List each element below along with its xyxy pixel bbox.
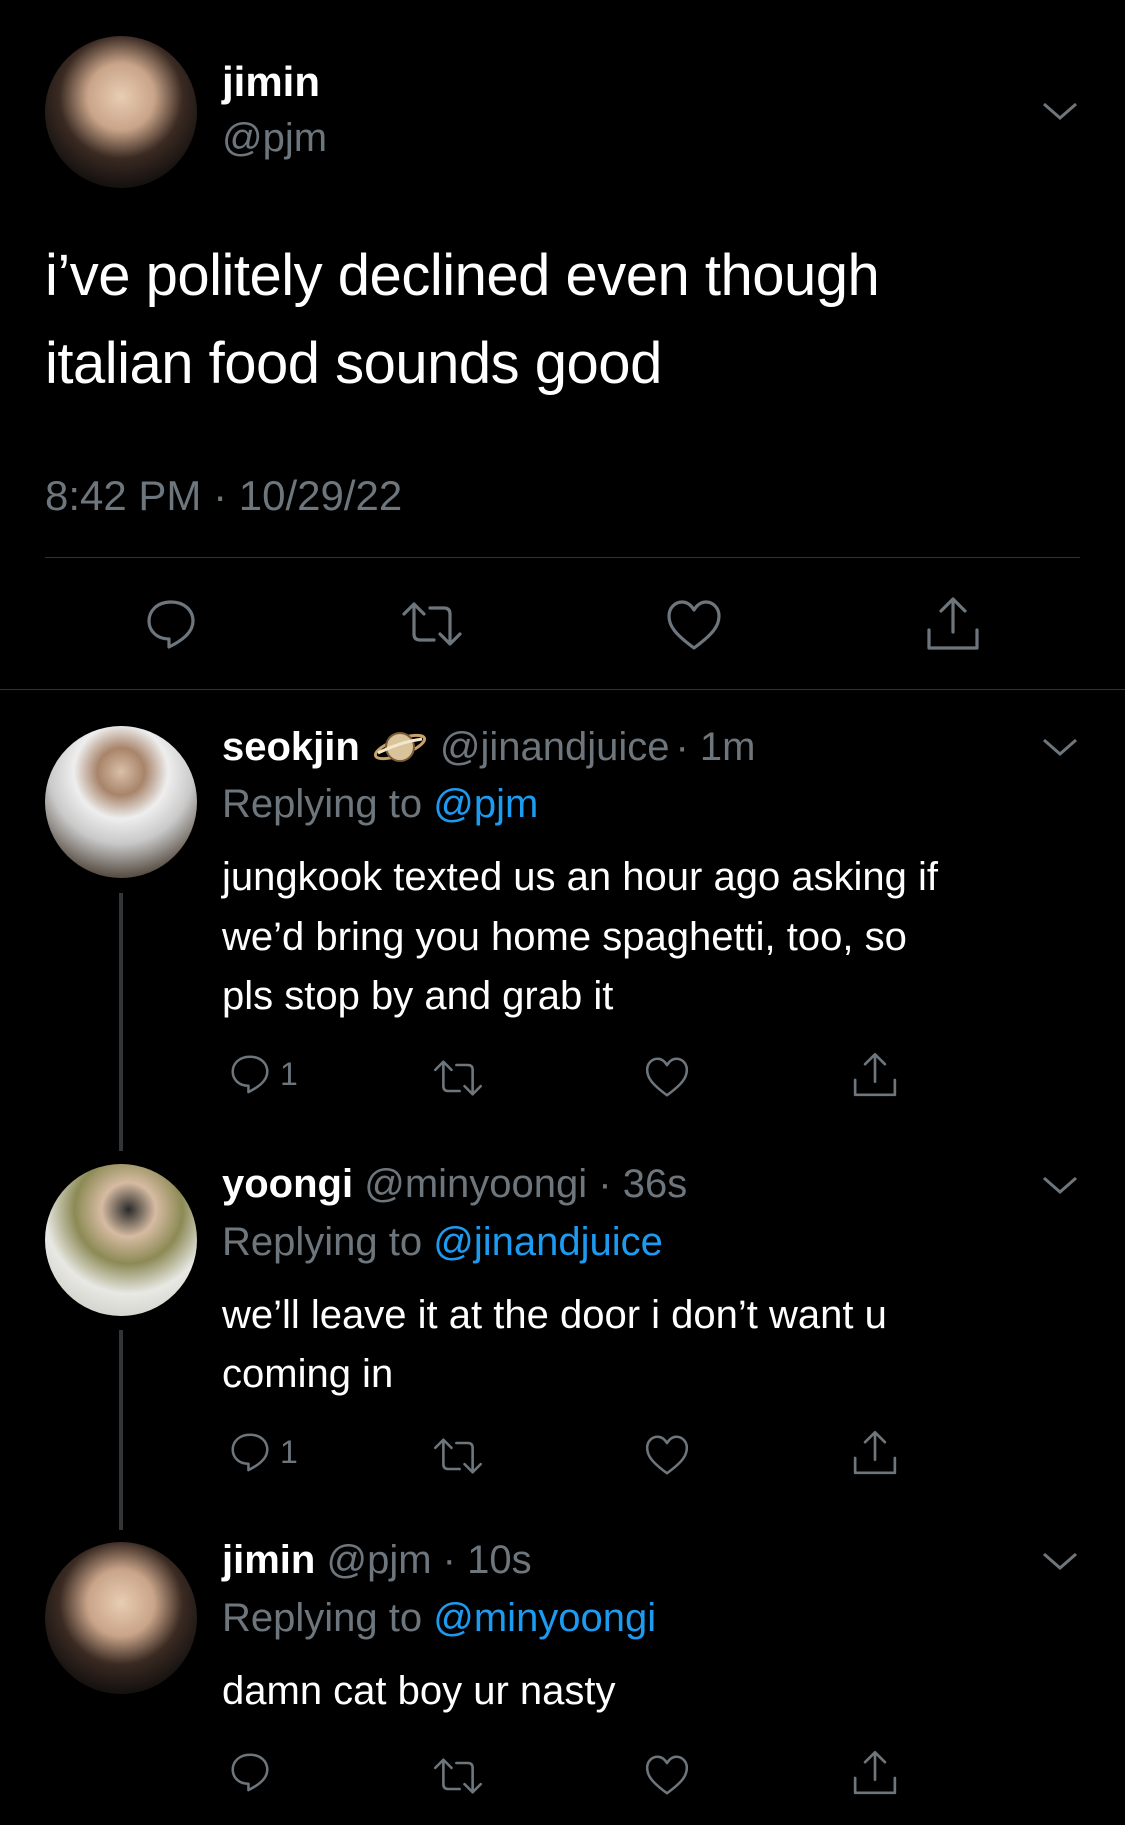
- reply-text: coming in: [222, 1352, 394, 1396]
- reply-time: · 1m: [675, 724, 756, 769]
- author-handle[interactable]: @pjm: [326, 1538, 431, 1582]
- tweet-text: italian food sounds good: [45, 331, 662, 396]
- reply-button[interactable]: [228, 1750, 272, 1799]
- reply-text: we’ll leave it at the door i don’t want …: [222, 1293, 887, 1337]
- heart-icon: [667, 600, 721, 650]
- reply-header: yoongi @minyoongi · 36s: [222, 1162, 687, 1207]
- reply-header: seokjin @jinandjuice · 1m: [222, 722, 755, 772]
- heart-icon: [645, 1057, 689, 1097]
- reply-text: we’d bring you home spaghetti, too, so: [222, 915, 907, 959]
- retweet-button[interactable]: [432, 1756, 484, 1801]
- retweet-icon: [433, 1758, 483, 1794]
- chevron-down-icon[interactable]: [1040, 1172, 1080, 1198]
- share-button[interactable]: [851, 1050, 899, 1105]
- reply-count: 1: [280, 1433, 298, 1470]
- replying-to-label: Replying to: [222, 782, 423, 826]
- reply-text: damn cat boy ur nasty: [222, 1669, 616, 1713]
- reply-button[interactable]: [143, 596, 199, 657]
- author-handle[interactable]: @jinandjuice: [440, 725, 670, 770]
- author-handle[interactable]: @pjm: [222, 116, 327, 161]
- speech-bubble-icon: [147, 600, 195, 649]
- replying-to: Replying to @pjm: [222, 782, 538, 827]
- speech-bubble-icon: [231, 1753, 269, 1792]
- avatar[interactable]: [45, 36, 197, 188]
- replying-to-label: Replying to: [222, 1596, 423, 1640]
- share-icon: [853, 1430, 897, 1475]
- reply-header: jimin @pjm · 10s: [222, 1538, 532, 1583]
- mention-link[interactable]: @pjm: [433, 782, 538, 826]
- reply-button[interactable]: 1: [228, 1430, 298, 1474]
- speech-bubble-icon: [231, 1055, 269, 1094]
- reply-button[interactable]: 1: [228, 1052, 298, 1096]
- reply-time: · 36s: [598, 1162, 688, 1206]
- mention-link[interactable]: @jinandjuice: [433, 1220, 663, 1264]
- replying-to: Replying to @jinandjuice: [222, 1220, 663, 1265]
- heart-icon: [645, 1435, 689, 1475]
- reply-text: pls stop by and grab it: [222, 974, 614, 1018]
- avatar[interactable]: [45, 726, 197, 878]
- thread-line: [119, 893, 123, 1151]
- author-name[interactable]: jimin: [222, 1538, 315, 1582]
- reply-text: jungkook texted us an hour ago asking if: [222, 855, 939, 899]
- replying-to-label: Replying to: [222, 1220, 423, 1264]
- chevron-down-icon[interactable]: [1040, 1548, 1080, 1574]
- share-icon: [927, 597, 979, 650]
- divider: [45, 557, 1080, 558]
- share-button[interactable]: [851, 1428, 899, 1483]
- like-button[interactable]: [644, 1433, 690, 1482]
- retweet-icon: [433, 1438, 483, 1474]
- like-button[interactable]: [644, 1753, 690, 1802]
- retweet-button[interactable]: [432, 1058, 484, 1103]
- reply-time: · 10s: [442, 1538, 532, 1582]
- like-button[interactable]: [665, 598, 723, 657]
- share-button[interactable]: [924, 594, 982, 659]
- chevron-down-icon[interactable]: [1040, 734, 1080, 760]
- avatar[interactable]: [45, 1542, 197, 1694]
- replying-to: Replying to @minyoongi: [222, 1596, 656, 1641]
- reply-count: 1: [280, 1055, 298, 1092]
- share-button[interactable]: [851, 1748, 899, 1803]
- like-button[interactable]: [644, 1055, 690, 1104]
- share-icon: [853, 1052, 897, 1097]
- retweet-button[interactable]: [432, 1436, 484, 1481]
- saturn-icon: [373, 732, 426, 762]
- retweet-icon: [402, 602, 462, 646]
- mention-link[interactable]: @minyoongi: [433, 1596, 656, 1640]
- author-handle[interactable]: @minyoongi: [364, 1162, 587, 1206]
- chevron-down-icon[interactable]: [1040, 98, 1080, 124]
- thread-line: [119, 1330, 123, 1530]
- retweet-button[interactable]: [400, 600, 464, 653]
- share-icon: [853, 1750, 897, 1795]
- heart-icon: [645, 1755, 689, 1795]
- timestamp[interactable]: 8:42 PM · 10/29/22: [45, 472, 402, 520]
- speech-bubble-icon: [231, 1433, 269, 1472]
- divider: [0, 689, 1125, 690]
- author-name[interactable]: jimin: [222, 58, 320, 106]
- retweet-icon: [433, 1060, 483, 1096]
- author-name[interactable]: yoongi: [222, 1162, 353, 1206]
- author-name[interactable]: seokjin: [222, 725, 360, 770]
- avatar[interactable]: [45, 1164, 197, 1316]
- tweet-text: i’ve politely declined even though: [45, 243, 880, 308]
